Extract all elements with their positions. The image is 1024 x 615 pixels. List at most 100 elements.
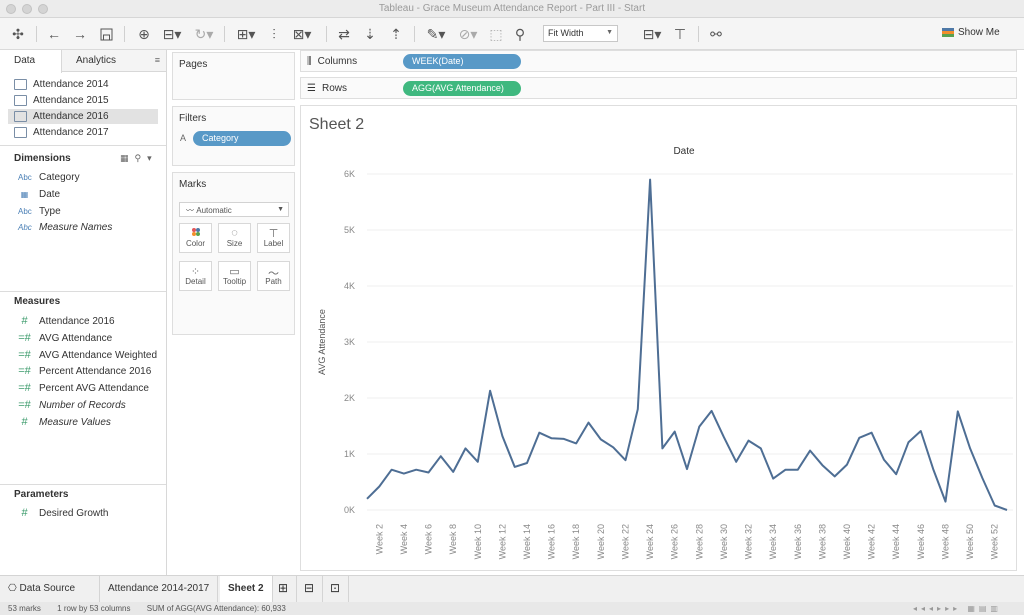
dimension-field[interactable]: Abc Measure Names bbox=[18, 220, 112, 234]
datasource-icon bbox=[14, 111, 27, 122]
fit-width-dropdown[interactable]: Fit Width ▼ bbox=[543, 25, 618, 42]
measure-field[interactable]: =# AVG Attendance bbox=[18, 331, 112, 345]
columns-label: Columns bbox=[317, 56, 358, 67]
measure-field[interactable]: # Measure Values bbox=[18, 415, 110, 429]
chevron-down-icon[interactable]: ▾ bbox=[147, 153, 152, 164]
series-line bbox=[366, 178, 1008, 511]
dimension-tools: ▦ ⚲ ▾ bbox=[120, 153, 152, 164]
undo-icon[interactable]: ← bbox=[44, 25, 64, 43]
pane-menu-icon[interactable]: ≡ bbox=[155, 55, 160, 65]
redo-icon[interactable]: → bbox=[70, 25, 90, 43]
sort-ascending-icon[interactable]: ⇣ bbox=[360, 25, 380, 43]
presentation-mode-icon[interactable]: ⊤ bbox=[670, 25, 690, 43]
string-icon: Abc bbox=[18, 172, 32, 182]
tab-analytics[interactable]: Analytics bbox=[62, 50, 130, 72]
new-worksheet-icon[interactable]: ⊞▾ bbox=[232, 25, 260, 43]
measure-field[interactable]: =# Number of Records bbox=[18, 398, 125, 412]
columns-pill[interactable]: WEEK(Date) bbox=[403, 54, 521, 69]
data-pane-tabs: Data Analytics ≡ bbox=[0, 50, 166, 73]
rows-shelf[interactable]: ☰ Rows AGG(AVG Attendance) bbox=[300, 77, 1017, 99]
new-datasource-icon[interactable]: ⊕ bbox=[134, 25, 154, 43]
x-tick-label: Week 12 bbox=[497, 524, 507, 559]
tableau-logo-icon[interactable]: ✣ bbox=[8, 25, 28, 43]
datasource-item-selected[interactable]: Attendance 2016 bbox=[8, 109, 158, 124]
datasource-item[interactable]: Attendance 2017 bbox=[14, 125, 109, 140]
show-me-icon bbox=[942, 28, 954, 37]
line-icon: 〰 bbox=[186, 206, 197, 215]
measures-title: Measures bbox=[14, 296, 61, 307]
x-tick-label: Week 2 bbox=[374, 524, 384, 554]
rows-icon: ☰ bbox=[307, 83, 316, 94]
measure-field[interactable]: # Attendance 2016 bbox=[18, 314, 114, 328]
show-cards-icon[interactable]: ⊟▾ bbox=[638, 25, 666, 43]
swap-rows-columns-icon[interactable]: ⇄ bbox=[334, 25, 354, 43]
search-icon[interactable]: ⚲ bbox=[135, 153, 142, 164]
tooltip-button[interactable]: ▭ Tooltip bbox=[218, 261, 251, 291]
columns-shelf[interactable]: ⫼ Columns WEEK(Date) bbox=[300, 50, 1017, 72]
path-button[interactable]: 〜 Path bbox=[257, 261, 290, 291]
clear-sheet-icon[interactable]: ⊠▾ bbox=[288, 25, 316, 43]
new-worksheet-tab-icon[interactable]: ⊞ bbox=[270, 576, 298, 603]
save-icon[interactable] bbox=[96, 25, 116, 43]
tab-attendance-2014-2017[interactable]: Attendance 2014-2017 bbox=[100, 576, 219, 603]
y-axis-label: AVG Attendance bbox=[317, 309, 327, 375]
x-tick-label: Week 24 bbox=[645, 524, 655, 559]
string-icon: Abc bbox=[18, 206, 32, 216]
worksheet-view: Sheet 2 Date 0K 1K 2K 3K 4K 5K 6K AVG Attendanc… bbox=[300, 105, 1017, 571]
dimensions-title: Dimensions bbox=[14, 153, 71, 164]
measure-field[interactable]: =# AVG Attendance Weighted bbox=[18, 348, 157, 362]
path-label: Path bbox=[265, 277, 282, 286]
datasource-label: Attendance 2015 bbox=[33, 95, 109, 106]
y-tick-label: 2K bbox=[344, 393, 355, 403]
share-icon[interactable]: ⚯ bbox=[706, 25, 726, 43]
pages-title: Pages bbox=[179, 59, 208, 70]
pages-card[interactable]: Pages bbox=[172, 52, 295, 100]
x-tick-label: Week 48 bbox=[940, 524, 950, 559]
label-button[interactable]: ⊤ Label bbox=[257, 223, 290, 253]
show-labels-icon[interactable]: ⬚ bbox=[486, 25, 506, 43]
new-dashboard-tab-icon[interactable]: ⊟ bbox=[296, 576, 324, 603]
filter-pill-category[interactable]: Category bbox=[193, 131, 291, 146]
field-label: AVG Attendance bbox=[39, 332, 113, 344]
measure-field[interactable]: =# Percent AVG Attendance bbox=[18, 381, 149, 395]
sheet-navigation-icons[interactable]: ◂◂◂▸▸▸ ▦▤▥ bbox=[913, 604, 1002, 613]
dimension-field[interactable]: Abc Category bbox=[18, 170, 80, 184]
toolbar: ✣ ← → ⊕ ⊟▾ ↻▾ ⊞▾ ⫶ ⊠▾ ⇄ ⇣ ⇡ ✎▾ ⊘▾ ⬚ ⚲ Fi… bbox=[0, 18, 1024, 50]
duplicate-sheet-icon[interactable]: ⫶ bbox=[264, 25, 284, 43]
filters-card[interactable]: Filters A Category bbox=[172, 106, 295, 166]
y-tick-label: 3K bbox=[344, 337, 355, 347]
status-marks: 53 marks bbox=[8, 604, 41, 613]
parameter-field[interactable]: # Desired Growth bbox=[18, 506, 108, 520]
tab-data[interactable]: Data bbox=[0, 50, 62, 73]
datasource-item[interactable]: Attendance 2015 bbox=[14, 93, 109, 108]
chevron-down-icon: ▼ bbox=[277, 206, 284, 213]
rows-pill[interactable]: AGG(AVG Attendance) bbox=[403, 81, 521, 96]
fix-axes-icon[interactable]: ⚲ bbox=[510, 25, 530, 43]
y-tick-label: 4K bbox=[344, 281, 355, 291]
measure-field[interactable]: =# Percent Attendance 2016 bbox=[18, 364, 151, 378]
new-story-tab-icon[interactable]: ⊡ bbox=[322, 576, 350, 603]
show-me-button[interactable]: Show Me bbox=[942, 27, 1000, 38]
mark-type-dropdown[interactable]: 〰 Automatic ▼ bbox=[179, 202, 289, 217]
dimension-field[interactable]: ▦ Date bbox=[18, 187, 60, 201]
highlight-icon[interactable]: ✎▾ bbox=[422, 25, 450, 43]
color-button[interactable]: Color bbox=[179, 223, 212, 253]
size-icon: ◌ bbox=[231, 227, 238, 239]
tab-sheet-2[interactable]: Sheet 2 bbox=[220, 576, 273, 603]
tab-data-source[interactable]: ⎔ Data Source bbox=[0, 576, 100, 603]
group-members-icon[interactable]: ⊘▾ bbox=[454, 25, 482, 43]
dimension-field[interactable]: Abc Type bbox=[18, 204, 61, 218]
x-tick-label: Week 20 bbox=[596, 524, 606, 559]
y-tick-label: 1K bbox=[344, 449, 355, 459]
x-tick-label: Week 50 bbox=[965, 524, 975, 559]
refresh-icon[interactable]: ↻▾ bbox=[190, 25, 218, 43]
path-icon: 〜 bbox=[268, 268, 279, 280]
line-chart[interactable]: 0K 1K 2K 3K 4K 5K 6K AVG Attendance Week 2 Week 4… bbox=[301, 106, 1018, 572]
detail-button[interactable]: ⁘ Detail bbox=[179, 261, 212, 291]
datasource-item[interactable]: Attendance 2014 bbox=[14, 77, 109, 92]
sort-descending-icon[interactable]: ⇡ bbox=[386, 25, 406, 43]
size-button[interactable]: ◌ Size bbox=[218, 223, 251, 253]
x-tick-label: Week 10 bbox=[473, 524, 483, 559]
pause-updates-icon[interactable]: ⊟▾ bbox=[158, 25, 186, 43]
grid-view-icon[interactable]: ▦ bbox=[120, 153, 129, 164]
